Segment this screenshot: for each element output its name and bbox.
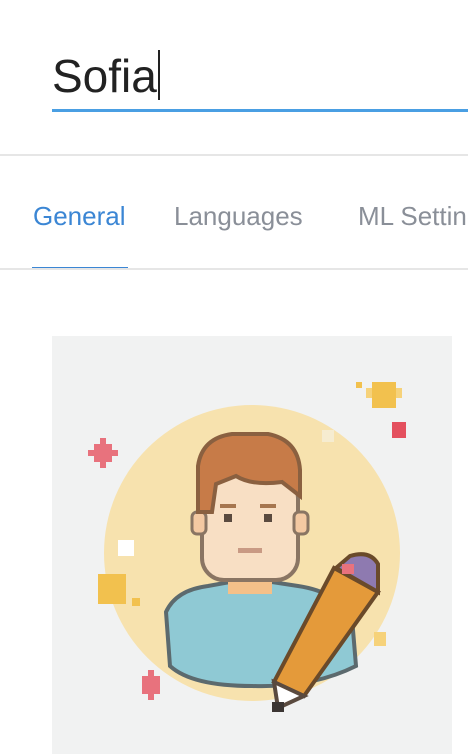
tab-bar: General Languages ML Settings (0, 156, 468, 270)
profile-editor: Sofia General Languages ML Settings (0, 0, 468, 754)
user-avatar-edit-icon (88, 382, 406, 712)
name-input[interactable]: Sofia (52, 48, 160, 104)
tab-ml-settings[interactable]: ML Settings (358, 198, 468, 234)
name-field[interactable]: Sofia (52, 44, 468, 112)
name-input-value: Sofia (52, 50, 157, 102)
avatar-image[interactable] (52, 336, 452, 754)
tab-languages[interactable]: Languages (174, 198, 303, 234)
text-caret (157, 50, 160, 100)
tabs-divider (0, 268, 468, 270)
tab-general[interactable]: General (33, 198, 126, 234)
